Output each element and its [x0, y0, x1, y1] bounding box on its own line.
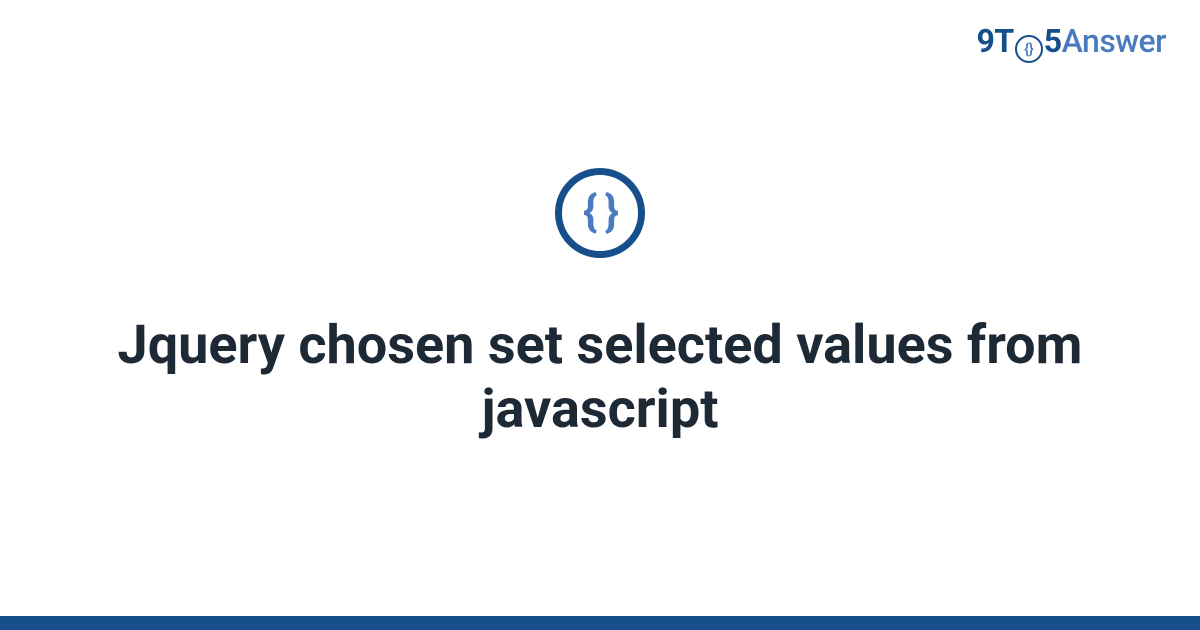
braces-glyph-icon: { } — [583, 189, 617, 233]
content-area: { } Jquery chosen set selected values fr… — [0, 0, 1200, 630]
footer-accent-bar — [0, 616, 1200, 630]
page-title: Jquery chosen set selected values from j… — [100, 314, 1100, 441]
code-braces-icon: { } — [555, 168, 645, 258]
